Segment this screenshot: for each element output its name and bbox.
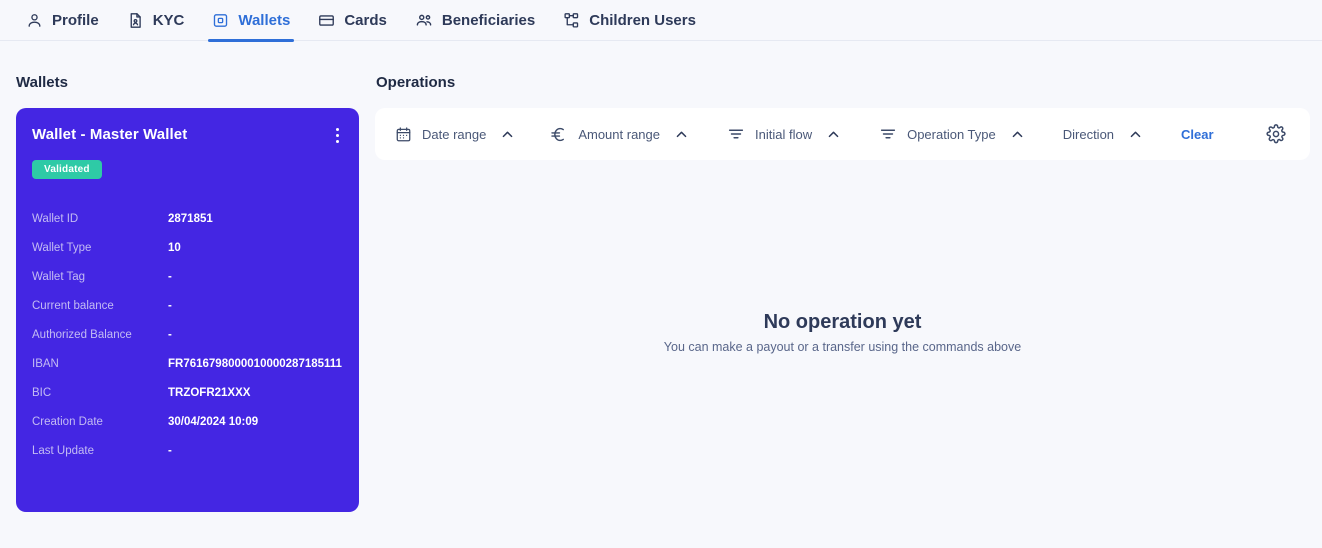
detail-value: 30/04/2024 10:09 [168,415,259,428]
wallet-details-list: Wallet ID 2871851 Wallet Type 10 Wallet … [32,204,343,465]
tab-label: Profile [52,11,99,29]
wallet-list: Wallet - Master Wallet Validated Wallet … [16,108,375,512]
filter-amount-range[interactable]: Amount range [549,125,689,144]
status-badge: Validated [32,160,102,179]
chevron-up-icon[interactable] [826,127,841,142]
wallets-heading: Wallets [16,74,68,91]
filter-label: Initial flow [755,126,813,142]
tab-beneficiaries[interactable]: Beneficiaries [401,0,549,41]
detail-label: Wallet Type [32,241,92,254]
kebab-menu-icon[interactable] [332,126,343,145]
detail-value: - [168,444,172,457]
empty-state-title: No operation yet [763,310,922,333]
detail-label: BIC [32,386,52,399]
tab-label: Cards [344,11,387,29]
operations-empty-state: No operation yet You can make a payout o… [375,152,1310,512]
filter-initial-flow[interactable]: Initial flow [727,125,841,143]
detail-value: TRZOFR21XXX [168,386,251,399]
hierarchy-icon [563,12,580,29]
detail-row: Wallet Tag - [32,262,343,291]
active-tab-underline [208,38,295,42]
detail-row: IBAN FR7616798000010000287185111 [32,349,343,378]
wallet-card-header: Wallet - Master Wallet [32,126,343,145]
detail-row: BIC TRZOFR21XXX [32,378,343,407]
detail-label: Authorized Balance [32,328,132,341]
operations-heading: Operations [376,74,456,91]
page-body: Wallets Wallet - Master Wallet Validated… [0,41,1322,548]
tab-cards[interactable]: Cards [304,0,401,41]
filter-date-range[interactable]: Date range [395,126,515,143]
filter-direction[interactable]: Direction [1063,127,1143,142]
empty-state-subtitle: You can make a payout or a transfer usin… [663,339,1022,354]
document-icon [127,12,144,29]
detail-value: - [168,328,172,341]
calendar-icon [395,126,412,143]
chevron-up-icon[interactable] [1128,127,1143,142]
wallet-icon [212,12,229,29]
tab-label: Wallets [238,11,291,29]
tab-label: Children Users [589,11,696,29]
tab-label: KYC [152,11,185,29]
detail-row: Wallet ID 2871851 [32,204,343,233]
operations-column: Operations Date range Amount range Initi… [375,41,1322,548]
chevron-up-icon[interactable] [1010,127,1025,142]
user-icon [26,12,43,29]
chevron-up-icon[interactable] [500,127,515,142]
card-icon [318,12,335,29]
euro-icon [549,125,568,144]
tab-children-users[interactable]: Children Users [549,0,710,41]
filter-label: Direction [1062,126,1115,142]
detail-label: Wallet Tag [32,270,86,283]
detail-row: Wallet Type 10 [32,233,343,262]
filter-operation-type[interactable]: Operation Type [879,125,1025,143]
filter-label: Date range [422,126,487,142]
tab-profile[interactable]: Profile [12,0,113,41]
filter-label: Amount range [578,126,660,142]
tab-label: Beneficiaries [441,11,536,29]
wallets-column: Wallets Wallet - Master Wallet Validated… [0,41,375,548]
wallet-card[interactable]: Wallet - Master Wallet Validated Wallet … [16,108,359,512]
detail-label: Wallet ID [32,212,79,225]
detail-value: 10 [168,241,181,254]
filter-lines-icon [879,125,897,143]
tab-wallets[interactable]: Wallets [198,0,304,42]
detail-value: - [168,270,172,283]
users-icon [415,11,433,29]
gear-icon[interactable] [1266,124,1286,144]
detail-label: Current balance [32,299,114,312]
clear-filters-button[interactable]: Clear [1181,127,1214,142]
filter-label: Operation Type [907,126,996,142]
detail-value: FR7616798000010000287185111 [168,357,342,370]
detail-value: - [168,299,172,312]
detail-row: Current balance - [32,291,343,320]
detail-label: Last Update [32,444,95,457]
detail-row: Creation Date 30/04/2024 10:09 [32,407,343,436]
detail-row: Last Update - [32,436,343,465]
chevron-up-icon[interactable] [674,127,689,142]
filter-lines-icon [727,125,745,143]
detail-row: Authorized Balance - [32,320,343,349]
detail-value: 2871851 [168,212,213,225]
detail-label: IBAN [32,357,59,370]
main-tabbar: Profile KYC Wallets Cards Beneficiaries … [0,0,1322,42]
wallet-card-title: Wallet - Master Wallet [32,126,188,143]
tab-kyc[interactable]: KYC [113,0,199,41]
detail-label: Creation Date [32,415,103,428]
